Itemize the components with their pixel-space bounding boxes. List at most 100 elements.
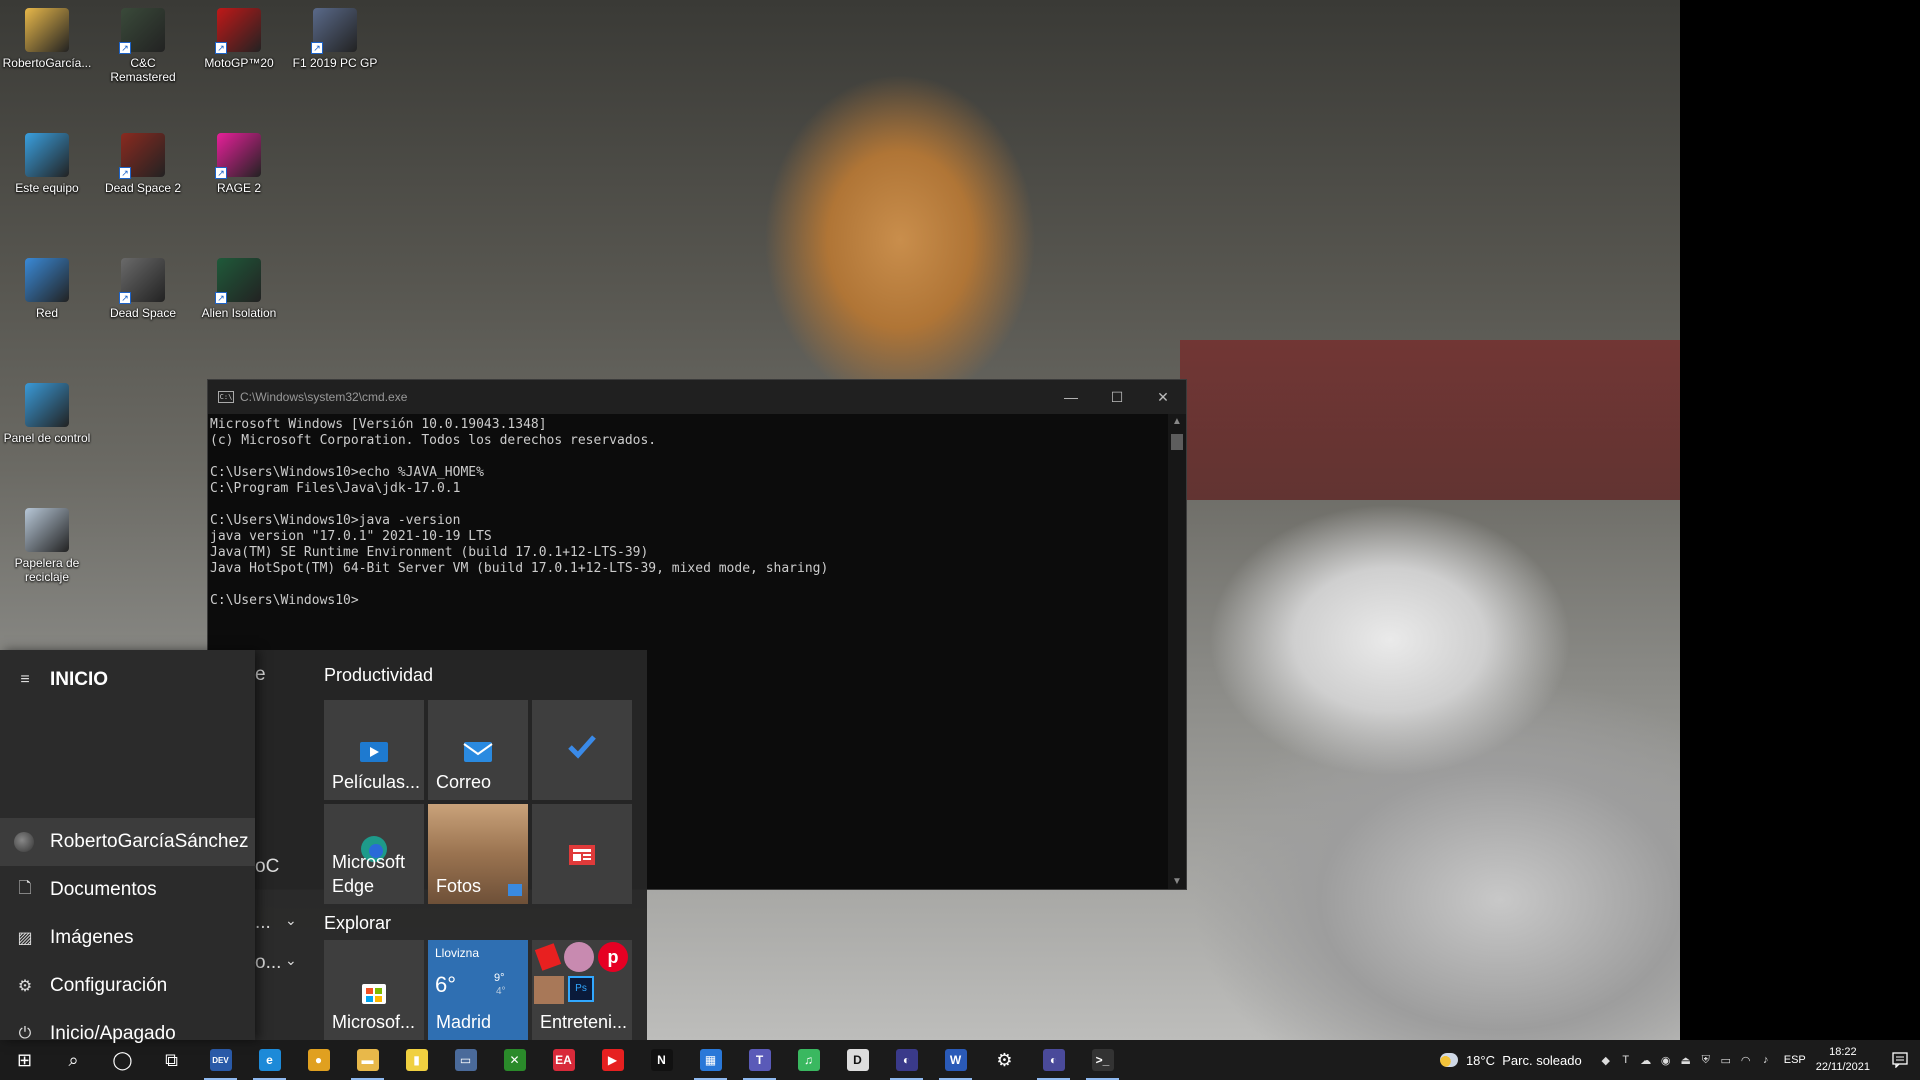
eclipse2-app[interactable]: ◐ [1029, 1040, 1078, 1080]
nav-user[interactable]: RobertoGarcíaSánchez [0, 818, 255, 866]
desktop-icon-label: Alien Isolation [201, 306, 277, 320]
network-icon [25, 258, 69, 302]
applist-fragment[interactable]: oC [255, 856, 279, 878]
nav-documents[interactable]: 🗋 Documentos [0, 866, 255, 914]
start-header[interactable]: ≡ INICIO [0, 652, 255, 708]
sticky-app[interactable]: ▮ [392, 1040, 441, 1080]
cmd-titlebar[interactable]: C:\ C:\Windows\system32\cmd.exe — ☐ ✕ [208, 380, 1186, 414]
battery-icon[interactable]: ▭ [1716, 1040, 1736, 1080]
desktop-icon[interactable]: ↗ Dead Space [96, 250, 190, 320]
tile-movies[interactable]: Películas... [324, 700, 424, 800]
desktop-icon[interactable]: ↗ MotoGP™20 [192, 0, 286, 70]
desktop-icon[interactable]: RobertoGarcía... [0, 0, 94, 70]
applist-fragment[interactable]: ... [255, 912, 271, 934]
applist-fragment[interactable]: e [255, 664, 266, 686]
tile-weather[interactable]: Llovizna 6° 9° 4° Madrid [428, 940, 528, 1040]
desktop-icon[interactable]: ↗ Alien Isolation [192, 250, 286, 320]
chevron-down-icon[interactable]: ⌄ [285, 952, 297, 969]
cmd-scrollbar[interactable]: ▲ ▼ [1168, 414, 1186, 889]
trello-app[interactable]: ▦ [686, 1040, 735, 1080]
scroll-down-icon[interactable]: ▼ [1168, 876, 1186, 887]
desktop-icon[interactable]: ↗ RAGE 2 [192, 125, 286, 195]
control-panel-icon [25, 383, 69, 427]
nvidia-icon[interactable]: ◆ [1596, 1040, 1616, 1080]
desktop-icon[interactable]: ↗ F1 2019 PC GP [288, 0, 382, 70]
language-indicator[interactable]: ESP [1784, 1054, 1806, 1066]
console-line: Java HotSpot(TM) 64-Bit Server VM (build… [210, 561, 829, 576]
tile-mail[interactable]: Correo [428, 700, 528, 800]
applist-fragment[interactable]: o... [255, 952, 281, 974]
editor-app[interactable]: D [833, 1040, 882, 1080]
taskbar: ⊞ ⌕ ◯ ⧉ DEV e ● ▬ ▮ ▭ ✕ EA ▶ N ▦ T ♫ D ◐ W ⚙ ◐ >_ 18°C Parc. s… [0, 1040, 1920, 1080]
scroll-up-icon[interactable]: ▲ [1168, 416, 1186, 427]
desktop-icon[interactable]: Este equipo [0, 125, 94, 195]
eclipse-icon: ◐ [895, 1049, 918, 1071]
tile-store-label: Microsof... [332, 1012, 416, 1032]
file-explorer-app[interactable]: ▬ [343, 1040, 392, 1080]
wifi-icon[interactable]: ◠ [1736, 1040, 1756, 1080]
scroll-thumb[interactable] [1171, 434, 1183, 450]
group-productivity[interactable]: Productividad [324, 660, 433, 690]
spotify-icon: ♫ [797, 1049, 820, 1071]
document-icon: 🗋 [18, 879, 32, 897]
spotify-app[interactable]: ♫ [784, 1040, 833, 1080]
terminal-icon: >_ [1091, 1049, 1114, 1071]
desktop-icon[interactable]: ↗ C&C Remastered [96, 0, 190, 84]
cmd-app[interactable]: >_ [1078, 1040, 1127, 1080]
hamburger-icon[interactable]: ≡ [14, 671, 36, 689]
youtube-app[interactable]: ▶ [588, 1040, 637, 1080]
tile-news[interactable] [532, 804, 632, 904]
chrome-icon: ● [307, 1049, 330, 1071]
desktop-icon[interactable]: Panel de control [0, 375, 94, 445]
ea-app[interactable]: EA [539, 1040, 588, 1080]
checkmark-icon [568, 735, 596, 759]
notification-center-button[interactable] [1880, 1040, 1920, 1080]
desktop-icon[interactable]: Red [0, 250, 94, 320]
close-button[interactable]: ✕ [1140, 380, 1186, 414]
clock[interactable]: 18:22 22/11/2021 [1816, 1045, 1870, 1075]
desktop-icon[interactable]: ↗ Dead Space 2 [96, 125, 190, 195]
tile-photos[interactable]: Fotos [428, 804, 528, 904]
word-app[interactable]: W [931, 1040, 980, 1080]
shortcut-arrow-icon: ↗ [119, 167, 131, 179]
tile-entertainment[interactable]: p Ps Entreteni... [532, 940, 632, 1040]
youtube-icon: ▶ [601, 1049, 624, 1071]
netflix-app[interactable]: N [637, 1040, 686, 1080]
chrome-app[interactable]: ● [294, 1040, 343, 1080]
xbox-app[interactable]: ✕ [490, 1040, 539, 1080]
tile-store[interactable]: Microsof... [324, 940, 424, 1040]
notes-icon: ▮ [405, 1049, 428, 1071]
maximize-button[interactable]: ☐ [1094, 380, 1140, 414]
weather-condition: Llovizna [435, 946, 480, 960]
nav-pictures[interactable]: ▨ Imágenes [0, 914, 255, 962]
nav-power[interactable]: ⏻ Inicio/Apagado [0, 1010, 255, 1058]
desktop-icon[interactable]: Papelera de reciclaje [0, 500, 94, 584]
netflix-icon: N [650, 1049, 673, 1071]
mail-icon [463, 742, 493, 762]
trello-icon: ▦ [699, 1049, 722, 1071]
tile-todo[interactable] [532, 700, 632, 800]
shortcut-arrow-icon: ↗ [119, 292, 131, 304]
usb-icon[interactable]: ⏏ [1676, 1040, 1696, 1080]
volume-icon[interactable]: ♪ [1756, 1040, 1776, 1080]
onedrive-icon[interactable]: ☁ [1636, 1040, 1656, 1080]
defender-icon[interactable]: ⛨ [1696, 1040, 1716, 1080]
group-explore[interactable]: Explorar [324, 908, 391, 938]
deadspace-game-icon: ↗ [119, 258, 165, 304]
teams-app[interactable]: T [735, 1040, 784, 1080]
game-app[interactable]: ▭ [441, 1040, 490, 1080]
settings-app[interactable]: ⚙ [980, 1040, 1029, 1080]
taskbar-weather[interactable]: 18°C Parc. soleado [1439, 1053, 1582, 1068]
tile-entertainment-label: Entreteni... [540, 1012, 628, 1032]
nav-settings[interactable]: ⚙ Configuración [0, 962, 255, 1010]
teams-tray-icon[interactable]: T [1616, 1040, 1636, 1080]
avast-icon[interactable]: ◉ [1656, 1040, 1676, 1080]
console-line: C:\Users\Windows10>java -version [210, 513, 461, 528]
eclipse-icon: ◐ [1042, 1049, 1065, 1071]
store-icon [362, 984, 386, 1004]
tile-edge[interactable]: Microsoft Edge [324, 804, 424, 904]
minimize-button[interactable]: — [1048, 380, 1094, 414]
eclipse-app[interactable]: ◐ [882, 1040, 931, 1080]
chevron-down-icon[interactable]: ⌄ [285, 912, 297, 929]
